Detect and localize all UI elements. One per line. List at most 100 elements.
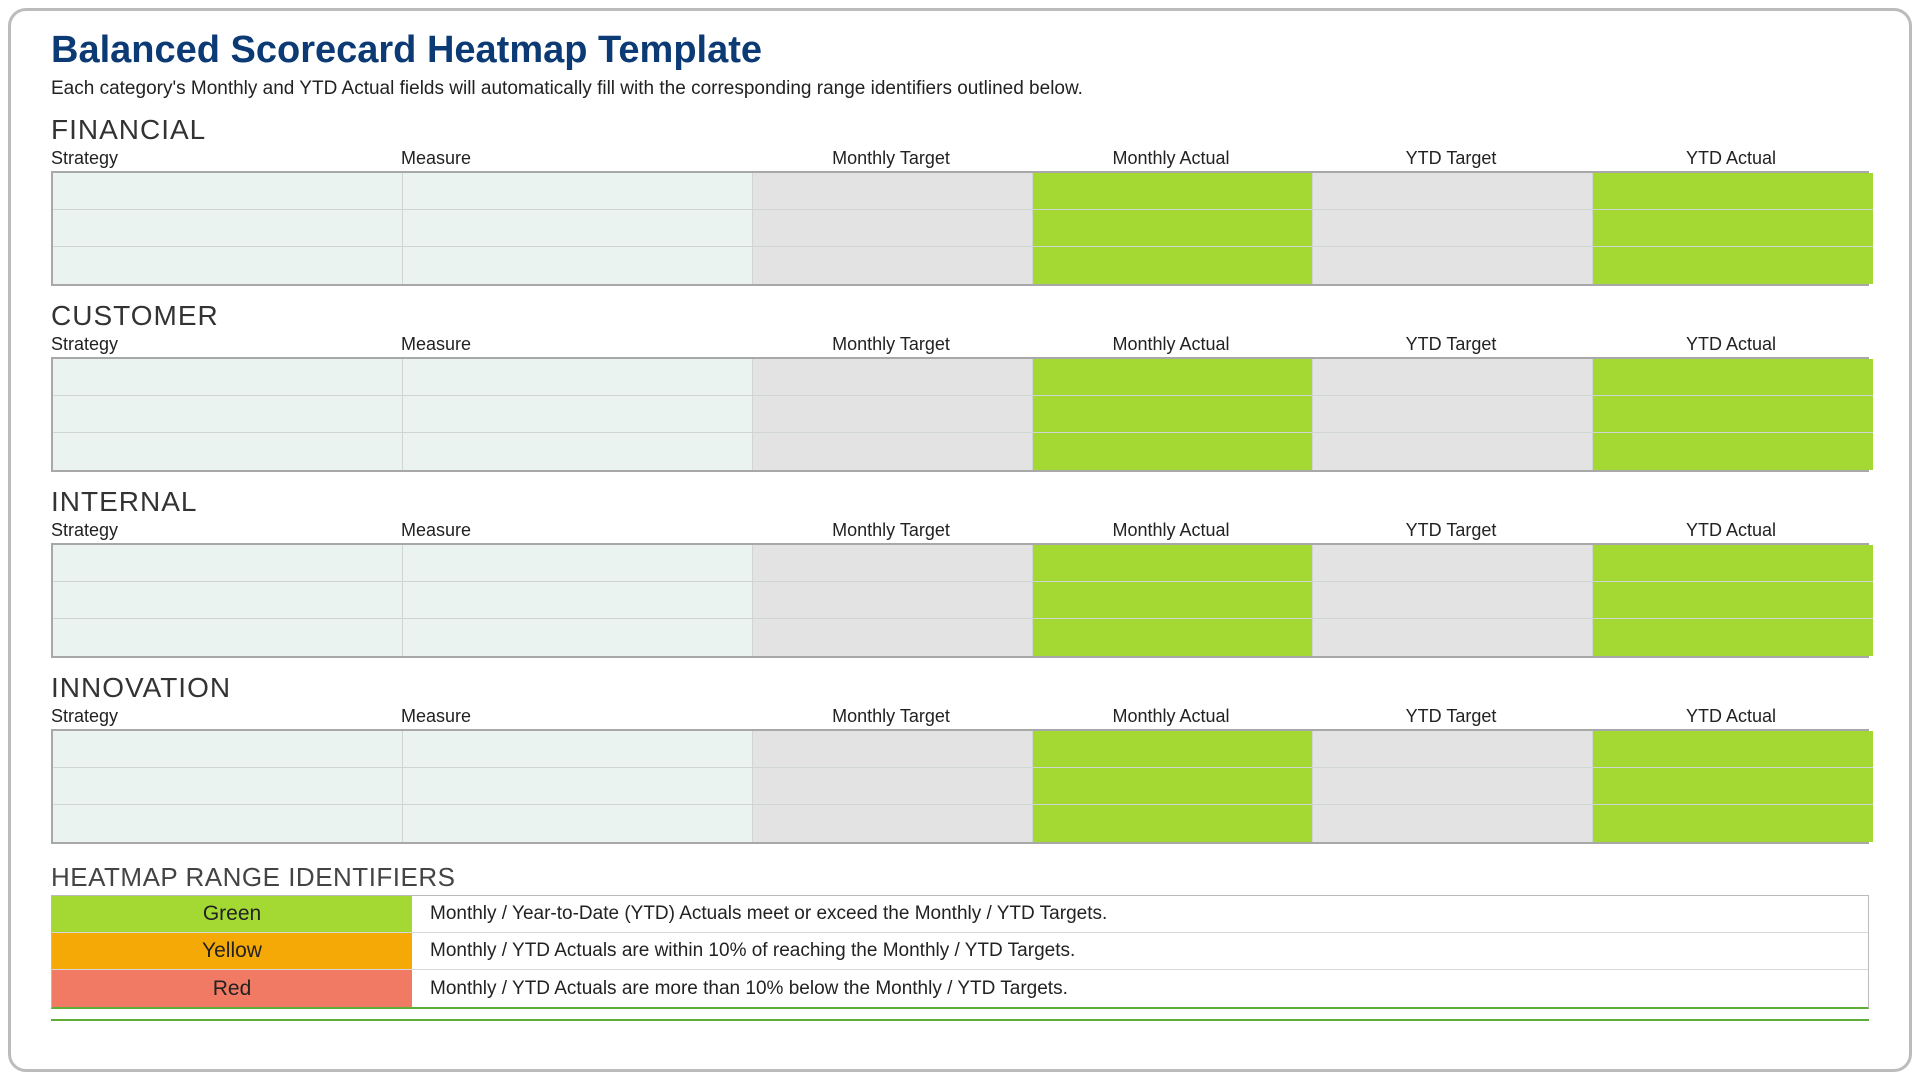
cell-monthly-target[interactable] (753, 210, 1033, 247)
col-ytd-target: YTD Target (1311, 148, 1591, 169)
cell-ytd-target[interactable] (1313, 805, 1593, 842)
col-monthly-actual: Monthly Actual (1031, 334, 1311, 355)
cell-monthly-target[interactable] (753, 768, 1033, 805)
table-row (53, 396, 1867, 433)
cell-ytd-actual[interactable] (1593, 210, 1873, 247)
grid-customer (51, 357, 1869, 472)
cell-strategy[interactable] (53, 173, 403, 210)
cell-ytd-target[interactable] (1313, 210, 1593, 247)
col-strategy: Strategy (51, 706, 401, 727)
cell-ytd-actual[interactable] (1593, 433, 1873, 470)
cell-monthly-actual[interactable] (1033, 731, 1313, 768)
cell-monthly-actual[interactable] (1033, 805, 1313, 842)
col-monthly-actual: Monthly Actual (1031, 148, 1311, 169)
cell-ytd-actual[interactable] (1593, 545, 1873, 582)
cell-ytd-target[interactable] (1313, 359, 1593, 396)
cell-monthly-target[interactable] (753, 545, 1033, 582)
col-monthly-target: Monthly Target (751, 148, 1031, 169)
range-label-green: Green (52, 896, 412, 932)
cell-ytd-target[interactable] (1313, 731, 1593, 768)
cell-monthly-actual[interactable] (1033, 359, 1313, 396)
cell-monthly-target[interactable] (753, 359, 1033, 396)
cell-strategy[interactable] (53, 210, 403, 247)
col-ytd-actual: YTD Actual (1591, 520, 1871, 541)
cell-measure[interactable] (403, 805, 753, 842)
col-measure: Measure (401, 148, 751, 169)
cell-measure[interactable] (403, 619, 753, 656)
page-title: Balanced Scorecard Heatmap Template (51, 29, 1869, 72)
cell-monthly-target[interactable] (753, 396, 1033, 433)
col-ytd-target: YTD Target (1311, 706, 1591, 727)
cell-strategy[interactable] (53, 359, 403, 396)
cell-monthly-actual[interactable] (1033, 582, 1313, 619)
cell-monthly-actual[interactable] (1033, 619, 1313, 656)
table-row (53, 805, 1867, 842)
section-title-innovation: INNOVATION (51, 672, 1869, 704)
cell-measure[interactable] (403, 545, 753, 582)
column-labels-financial: Strategy Measure Monthly Target Monthly … (51, 148, 1869, 169)
cell-ytd-actual[interactable] (1593, 619, 1873, 656)
cell-measure[interactable] (403, 359, 753, 396)
cell-strategy[interactable] (53, 619, 403, 656)
cell-monthly-target[interactable] (753, 619, 1033, 656)
col-strategy: Strategy (51, 520, 401, 541)
cell-ytd-target[interactable] (1313, 396, 1593, 433)
cell-measure[interactable] (403, 247, 753, 284)
cell-ytd-actual[interactable] (1593, 396, 1873, 433)
cell-monthly-target[interactable] (753, 731, 1033, 768)
cell-monthly-actual[interactable] (1033, 247, 1313, 284)
range-row-yellow: Yellow Monthly / YTD Actuals are within … (52, 933, 1868, 970)
cell-strategy[interactable] (53, 545, 403, 582)
cell-ytd-target[interactable] (1313, 433, 1593, 470)
cell-ytd-actual[interactable] (1593, 247, 1873, 284)
table-row (53, 359, 1867, 396)
cell-measure[interactable] (403, 768, 753, 805)
cell-monthly-actual[interactable] (1033, 396, 1313, 433)
cell-monthly-actual[interactable] (1033, 545, 1313, 582)
col-ytd-target: YTD Target (1311, 520, 1591, 541)
col-ytd-actual: YTD Actual (1591, 148, 1871, 169)
cell-measure[interactable] (403, 396, 753, 433)
cell-measure[interactable] (403, 731, 753, 768)
cell-ytd-actual[interactable] (1593, 768, 1873, 805)
range-desc-green: Monthly / Year-to-Date (YTD) Actuals mee… (412, 896, 1868, 932)
cell-monthly-target[interactable] (753, 173, 1033, 210)
cell-ytd-target[interactable] (1313, 768, 1593, 805)
cell-strategy[interactable] (53, 433, 403, 470)
cell-strategy[interactable] (53, 731, 403, 768)
cell-ytd-target[interactable] (1313, 173, 1593, 210)
cell-measure[interactable] (403, 173, 753, 210)
cell-ytd-target[interactable] (1313, 619, 1593, 656)
document-frame: Balanced Scorecard Heatmap Template Each… (8, 8, 1912, 1072)
cell-strategy[interactable] (53, 396, 403, 433)
cell-monthly-target[interactable] (753, 247, 1033, 284)
cell-ytd-target[interactable] (1313, 545, 1593, 582)
cell-monthly-actual[interactable] (1033, 210, 1313, 247)
cell-strategy[interactable] (53, 247, 403, 284)
grid-internal (51, 543, 1869, 658)
cell-measure[interactable] (403, 210, 753, 247)
cell-strategy[interactable] (53, 582, 403, 619)
cell-ytd-actual[interactable] (1593, 582, 1873, 619)
cell-ytd-actual[interactable] (1593, 173, 1873, 210)
col-ytd-actual: YTD Actual (1591, 706, 1871, 727)
cell-monthly-actual[interactable] (1033, 768, 1313, 805)
cell-strategy[interactable] (53, 805, 403, 842)
range-row-red: Red Monthly / YTD Actuals are more than … (52, 970, 1868, 1007)
grid-financial (51, 171, 1869, 286)
cell-strategy[interactable] (53, 768, 403, 805)
cell-monthly-target[interactable] (753, 433, 1033, 470)
cell-ytd-actual[interactable] (1593, 359, 1873, 396)
cell-ytd-target[interactable] (1313, 582, 1593, 619)
cell-measure[interactable] (403, 582, 753, 619)
cell-monthly-actual[interactable] (1033, 433, 1313, 470)
table-row (53, 619, 1867, 656)
cell-ytd-actual[interactable] (1593, 731, 1873, 768)
col-measure: Measure (401, 706, 751, 727)
cell-ytd-target[interactable] (1313, 247, 1593, 284)
cell-monthly-actual[interactable] (1033, 173, 1313, 210)
cell-ytd-actual[interactable] (1593, 805, 1873, 842)
cell-monthly-target[interactable] (753, 582, 1033, 619)
cell-monthly-target[interactable] (753, 805, 1033, 842)
cell-measure[interactable] (403, 433, 753, 470)
